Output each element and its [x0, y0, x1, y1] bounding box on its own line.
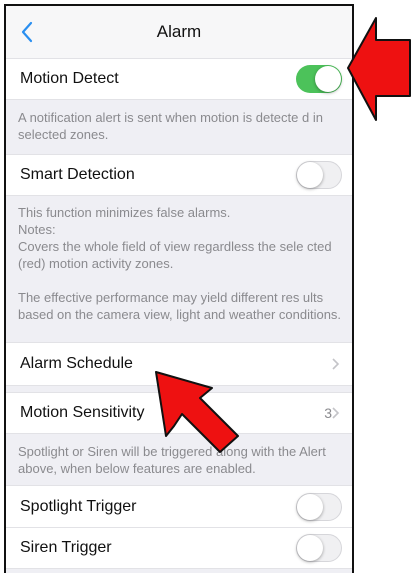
toggle-knob [315, 66, 341, 92]
note-line: Notes: [18, 222, 56, 237]
note-line: The effective performance may yield diff… [18, 290, 342, 322]
spotlight-trigger-toggle[interactable] [296, 492, 342, 521]
spotlight-trigger-label: Spotlight Trigger [20, 497, 137, 515]
navigation-bar: Alarm [6, 6, 352, 59]
siren-trigger-toggle[interactable] [296, 534, 342, 562]
motion-detect-row: Motion Detect [6, 58, 352, 100]
spotlight-trigger-row: Spotlight Trigger [6, 485, 352, 527]
motion-sensitivity-label: Motion Sensitivity [20, 404, 145, 421]
page-title: Alarm [156, 22, 202, 41]
siren-trigger-row: Siren Trigger [6, 527, 352, 569]
note-line: This function minimizes false alarms. [18, 205, 231, 220]
chevron-right-icon [332, 407, 340, 419]
chevron-right-icon [332, 358, 340, 370]
note-line: Covers the whole field of view regardles… [18, 239, 332, 271]
toggle-knob [297, 535, 323, 561]
smart-detection-row: Smart Detection [6, 154, 352, 196]
annotation-arrow-icon [155, 371, 239, 453]
smart-detection-note: This function minimizes false alarms. No… [18, 204, 344, 323]
toggle-knob [297, 493, 323, 520]
smart-detection-label: Smart Detection [20, 166, 135, 183]
alarm-schedule-label: Alarm Schedule [20, 355, 133, 372]
phone-screen: Alarm Motion Detect A notification alert… [4, 4, 354, 573]
motion-detect-toggle[interactable] [296, 65, 342, 93]
motion-detect-note: A notification alert is sent when motion… [18, 110, 323, 142]
toggle-knob [297, 162, 323, 188]
motion-detect-label: Motion Detect [20, 70, 119, 87]
siren-trigger-label: Siren Trigger [20, 539, 112, 556]
smart-detection-toggle[interactable] [296, 161, 342, 189]
annotation-arrow-icon [347, 17, 411, 121]
